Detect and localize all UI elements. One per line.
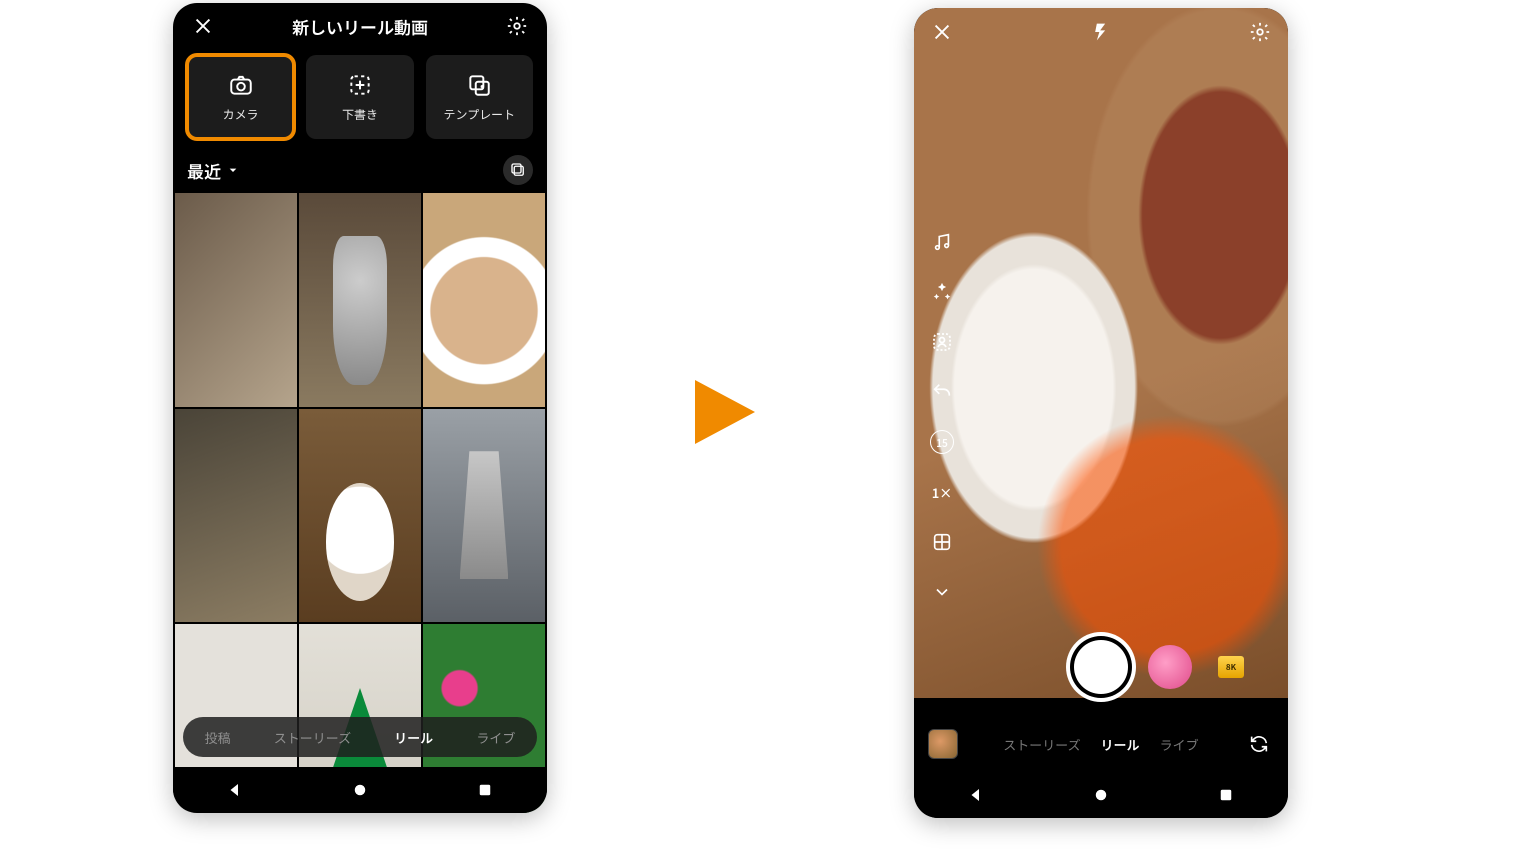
mode-live[interactable]: ライブ [1160, 735, 1199, 754]
hd-badge[interactable]: 8K [1218, 656, 1244, 678]
phone-picker-screen: 新しいリール動画 カメラ 下書き テンプレート 最近 [173, 3, 547, 813]
drafts-tool-label: 下書き [342, 106, 378, 123]
drafts-tool[interactable]: 下書き [306, 55, 413, 139]
phone-camera-screen: 15 1× 8K ストーリーズ リール ライブ [914, 8, 1288, 818]
flow-arrow-icon [695, 380, 755, 444]
timer-icon[interactable]: 15 [928, 428, 956, 456]
camera-side-tools: 15 1× [928, 228, 956, 606]
chevron-down-icon[interactable] [928, 578, 956, 606]
mode-selector: 投稿 ストーリーズ リール ライブ [183, 717, 537, 757]
mode-post[interactable]: 投稿 [205, 728, 231, 747]
undo-icon[interactable] [928, 378, 956, 406]
camera-mode-row: ストーリーズ リール ライブ [928, 724, 1274, 764]
timer-value: 15 [930, 430, 954, 454]
nav-back-icon[interactable] [226, 781, 244, 799]
chevron-down-icon [225, 162, 241, 178]
android-nav-bar [914, 772, 1288, 818]
media-thumbnail[interactable] [423, 409, 545, 623]
nav-home-icon[interactable] [351, 781, 369, 799]
flash-icon[interactable] [1087, 18, 1115, 46]
templates-tool[interactable]: テンプレート [426, 55, 533, 139]
media-thumbnail[interactable] [175, 193, 297, 407]
camera-tool-label: カメラ [223, 106, 259, 123]
media-thumbnail[interactable] [175, 409, 297, 623]
settings-icon[interactable] [1246, 18, 1274, 46]
flip-camera-icon[interactable] [1244, 729, 1274, 759]
gallery-thumb-icon[interactable] [928, 729, 958, 759]
templates-tool-label: テンプレート [444, 106, 516, 123]
top-bar: 新しいリール動画 [173, 3, 547, 49]
music-icon[interactable] [928, 228, 956, 256]
mode-stories[interactable]: ストーリーズ [274, 728, 351, 747]
media-thumbnail[interactable] [299, 409, 421, 623]
filter-preset-icon[interactable] [1148, 645, 1192, 689]
media-thumbnail[interactable] [299, 193, 421, 407]
tool-row: カメラ 下書き テンプレート [173, 49, 547, 149]
mode-reels[interactable]: リール [394, 728, 433, 747]
effects-icon[interactable] [928, 278, 956, 306]
media-thumbnail[interactable] [423, 193, 545, 407]
album-selector-row: 最近 [173, 149, 547, 193]
android-nav-bar [173, 767, 547, 813]
greenscreen-icon[interactable] [928, 328, 956, 356]
viewfinder-top-bar [928, 18, 1274, 46]
mode-live[interactable]: ライブ [476, 728, 515, 747]
camera-tool[interactable]: カメラ [187, 55, 294, 139]
nav-back-icon[interactable] [967, 786, 985, 804]
page-title: 新しいリール動画 [217, 14, 503, 39]
mode-stories[interactable]: ストーリーズ [1003, 735, 1080, 754]
settings-icon[interactable] [503, 12, 531, 40]
layout-icon[interactable] [928, 528, 956, 556]
shutter-button[interactable] [1070, 636, 1132, 698]
capture-row: 8K [914, 634, 1288, 700]
close-icon[interactable] [928, 18, 956, 46]
camera-viewfinder: 15 1× [914, 8, 1288, 698]
modes-list: ストーリーズ リール ライブ [978, 735, 1224, 754]
nav-home-icon[interactable] [1092, 786, 1110, 804]
nav-recent-icon[interactable] [1217, 786, 1235, 804]
nav-recent-icon[interactable] [476, 781, 494, 799]
multi-select-icon[interactable] [503, 155, 533, 185]
close-icon[interactable] [189, 12, 217, 40]
album-label: 最近 [187, 158, 221, 183]
zoom-label[interactable]: 1× [928, 478, 956, 506]
mode-reels[interactable]: リール [1101, 735, 1140, 754]
album-dropdown[interactable]: 最近 [187, 158, 241, 183]
